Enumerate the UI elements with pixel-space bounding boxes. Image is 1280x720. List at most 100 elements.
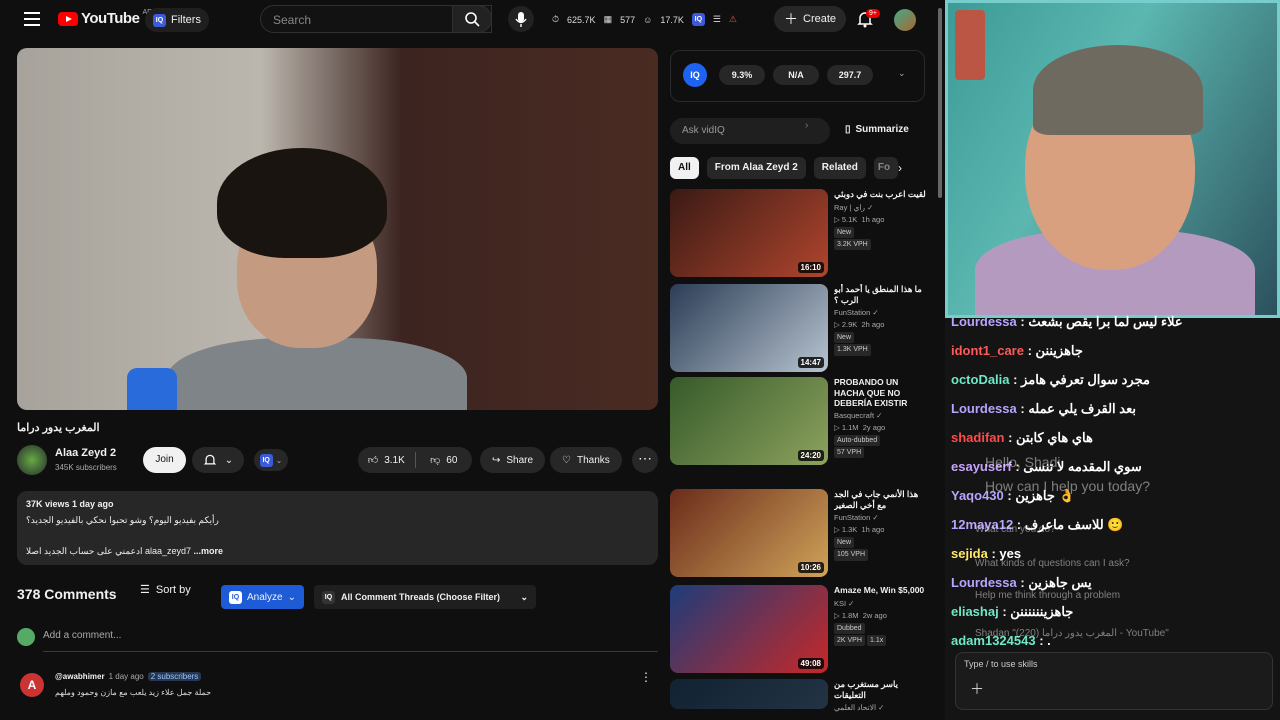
recommendation-thumbnail[interactable]: 10:26	[670, 489, 828, 577]
recommendation-channel[interactable]: Ray | راي ✓	[834, 202, 926, 214]
chat-username[interactable]: Lourdessa	[951, 401, 1017, 416]
recommendation-title[interactable]: ما هذا المنطق يا أحمد أبو الرب ؟	[834, 284, 926, 305]
description-line-2: ادعمني على حساب الجديد اصلا alaa_zeyd7 .…	[26, 546, 649, 557]
channel-name[interactable]: Alaa Zeyd 2	[55, 447, 116, 459]
sort-by-button[interactable]: ☰ Sort by	[140, 583, 191, 597]
list-icon[interactable]: ☰	[713, 14, 721, 25]
recommendation-title[interactable]: Amaze Me, Win $5,000	[834, 585, 926, 596]
chip-related[interactable]: Related	[813, 157, 866, 179]
vidiq-video-button[interactable]: IQ ⌄	[254, 449, 288, 471]
video-duration: 24:20	[797, 450, 824, 461]
chat-message: idont1_care : جاهزيننن	[951, 343, 1083, 359]
recommendation-item[interactable]: 14:47 ما هذا المنطق يا أحمد أبو الرب ؟ Fun…	[670, 284, 925, 372]
comment-author-avatar[interactable]: A	[20, 673, 44, 697]
analyze-label: Analyze	[247, 591, 283, 603]
recommendation-info: PROBANDO UN HACHA QUE NO DEBERÍA EXISTIR…	[834, 377, 926, 459]
comment-author[interactable]: @awabhimer	[55, 672, 105, 681]
plus-icon[interactable]: ＋	[970, 679, 984, 699]
comment-time[interactable]: 1 day ago	[109, 672, 144, 681]
channel-avatar[interactable]	[17, 445, 47, 475]
share-button[interactable]: ↪ Share	[480, 447, 546, 473]
chat-text: جاهزيننن	[1035, 343, 1083, 358]
chat-username[interactable]: octoDalia	[951, 372, 1010, 387]
recommendation-title[interactable]: لقيت اعرب بنت في دوبئي	[834, 189, 926, 200]
stat-views: 625.7K	[567, 14, 596, 25]
sort-label: Sort by	[155, 583, 191, 596]
dislike-button[interactable]: 👎︎ 60	[416, 454, 473, 467]
chip-from-channel[interactable]: From Alaa Zeyd 2	[706, 157, 806, 179]
recommendation-item[interactable]: ياسر مستغرب من التعليقات الاتحاد العلمي ✓	[670, 679, 926, 712]
recommendation-title[interactable]: ياسر مستغرب من التعليقات	[834, 679, 926, 700]
chat-username[interactable]: eliashaj	[951, 604, 999, 619]
voice-search-button[interactable]	[508, 6, 534, 32]
youtube-logo[interactable]: YouTube AE	[58, 9, 152, 27]
bell-icon	[203, 454, 216, 465]
like-dislike-bar: 👍︎ 3.1K 👎︎ 60	[358, 447, 472, 473]
chat-text: هاي هاي كابتن	[1016, 430, 1093, 445]
chip-all[interactable]: All	[670, 157, 699, 179]
recommendation-title[interactable]: هذا الأنمي جاب في الجد مع أخي الصغير	[834, 489, 926, 510]
recommendation-channel[interactable]: الاتحاد العلمي ✓	[834, 702, 926, 714]
create-button[interactable]: ＋ Create	[774, 6, 847, 32]
recommendation-badge: New	[834, 226, 855, 238]
recommendation-views: ▷ 5.1K 1h ago	[834, 214, 885, 224]
menu-icon[interactable]	[24, 12, 40, 26]
recommendation-thumbnail[interactable]: 14:47	[670, 284, 828, 372]
recommendation-badge: Dubbed	[834, 622, 865, 634]
alert-icon[interactable]: ⚠	[729, 14, 737, 25]
vidiq-logo-icon[interactable]: IQ	[683, 63, 707, 87]
chat-username[interactable]: shadifan	[951, 430, 1004, 445]
channel-stats: ⏱ 625.7K ▦ 577 ☺ 17.7K IQ ☰ ⚠	[552, 13, 737, 26]
recommendation-meta: FunStation ✓ ▷ 1.3K 1h ago New 105 VPH	[834, 512, 926, 561]
chevron-down-icon[interactable]: ⌄	[898, 68, 906, 79]
recommendation-thumbnail[interactable]: 16:10	[670, 189, 828, 277]
description-box[interactable]: 37K views 1 day ago رأيكم بفيديو اليوم؟ …	[17, 491, 658, 565]
comment-menu-icon[interactable]: ⋮	[640, 670, 652, 684]
chat-username[interactable]: idont1_care	[951, 343, 1024, 358]
chat-input[interactable]: Type / to use skills ＋	[955, 652, 1273, 710]
streamer-webcam	[945, 0, 1280, 318]
recommendation-views: ▷ 1.8M 2w ago	[834, 610, 887, 620]
recommendation-channel[interactable]: FunStation ✓	[834, 512, 926, 524]
page-scrollbar[interactable]	[935, 0, 945, 720]
like-button[interactable]: 👍︎ 3.1K	[358, 454, 415, 467]
recommendation-title[interactable]: PROBANDO UN HACHA QUE NO DEBERÍA EXISTIR	[834, 377, 926, 408]
send-arrow-icon[interactable]: ›	[805, 120, 825, 142]
recommendation-item[interactable]: 24:20 PROBANDO UN HACHA QUE NO DEBERÍA EX…	[670, 377, 925, 465]
description-more-link[interactable]: ...more	[194, 546, 224, 556]
comment-threads-filter[interactable]: IQ All Comment Threads (Choose Filter) ⌄	[314, 585, 536, 609]
recommendation-channel[interactable]: Basquecraft ✓	[834, 410, 926, 422]
recommendation-channel[interactable]: FunStation ✓	[834, 307, 926, 319]
chat-separator: :	[1016, 401, 1029, 416]
user-avatar[interactable]	[894, 9, 916, 31]
chat-text: جاهزيننننننن	[1010, 604, 1074, 619]
chevron-right-icon[interactable]: ›	[898, 161, 902, 175]
microphone-icon	[515, 12, 527, 27]
add-comment-input[interactable]: Add a comment...	[43, 630, 658, 652]
recommendation-item[interactable]: 49:08 Amaze Me, Win $5,000 KSI ✓ ▷ 1.8M 2w …	[670, 585, 925, 673]
join-button[interactable]: Join	[143, 447, 186, 473]
scrollbar-thumb[interactable]	[938, 8, 942, 198]
summarize-button[interactable]: ▯ Summarize	[845, 124, 909, 135]
recommendation-thumbnail[interactable]	[670, 679, 828, 709]
recommendation-thumbnail[interactable]: 49:08	[670, 585, 828, 673]
overlay-ghost-text: Hello, Shadi	[985, 454, 1061, 470]
search-button[interactable]	[452, 5, 492, 33]
vidiq-ext-icon[interactable]: IQ	[691, 13, 705, 26]
thanks-button[interactable]: ♡ Thanks	[550, 447, 622, 473]
chat-username[interactable]: Lourdessa	[951, 314, 1017, 329]
like-count: 3.1K	[384, 454, 405, 466]
recommendation-channel[interactable]: KSI ✓	[834, 598, 926, 610]
subscribe-bell-button[interactable]: ⌄	[192, 447, 244, 473]
filters-button[interactable]: IQ Filters	[145, 8, 209, 32]
more-actions-button[interactable]: ⋯	[632, 447, 658, 473]
analyze-button[interactable]: IQ Analyze ⌄	[221, 585, 304, 609]
recommendation-thumbnail[interactable]: 24:20	[670, 377, 828, 465]
chip-more[interactable]: Fo	[873, 157, 898, 179]
chat-username[interactable]: Lourdessa	[951, 575, 1017, 590]
chat-message: octoDalia : مجرد سوال تعرفي هامز	[951, 372, 1150, 388]
chevron-down-icon: ⌄	[224, 454, 234, 466]
video-player[interactable]	[17, 48, 658, 410]
recommendation-item[interactable]: 16:10 لقيت اعرب بنت في دوبئي Ray | راي ✓ ▷ …	[670, 189, 926, 277]
recommendation-item[interactable]: 10:26 هذا الأنمي جاب في الجد مع أخي الصغي…	[670, 489, 925, 577]
